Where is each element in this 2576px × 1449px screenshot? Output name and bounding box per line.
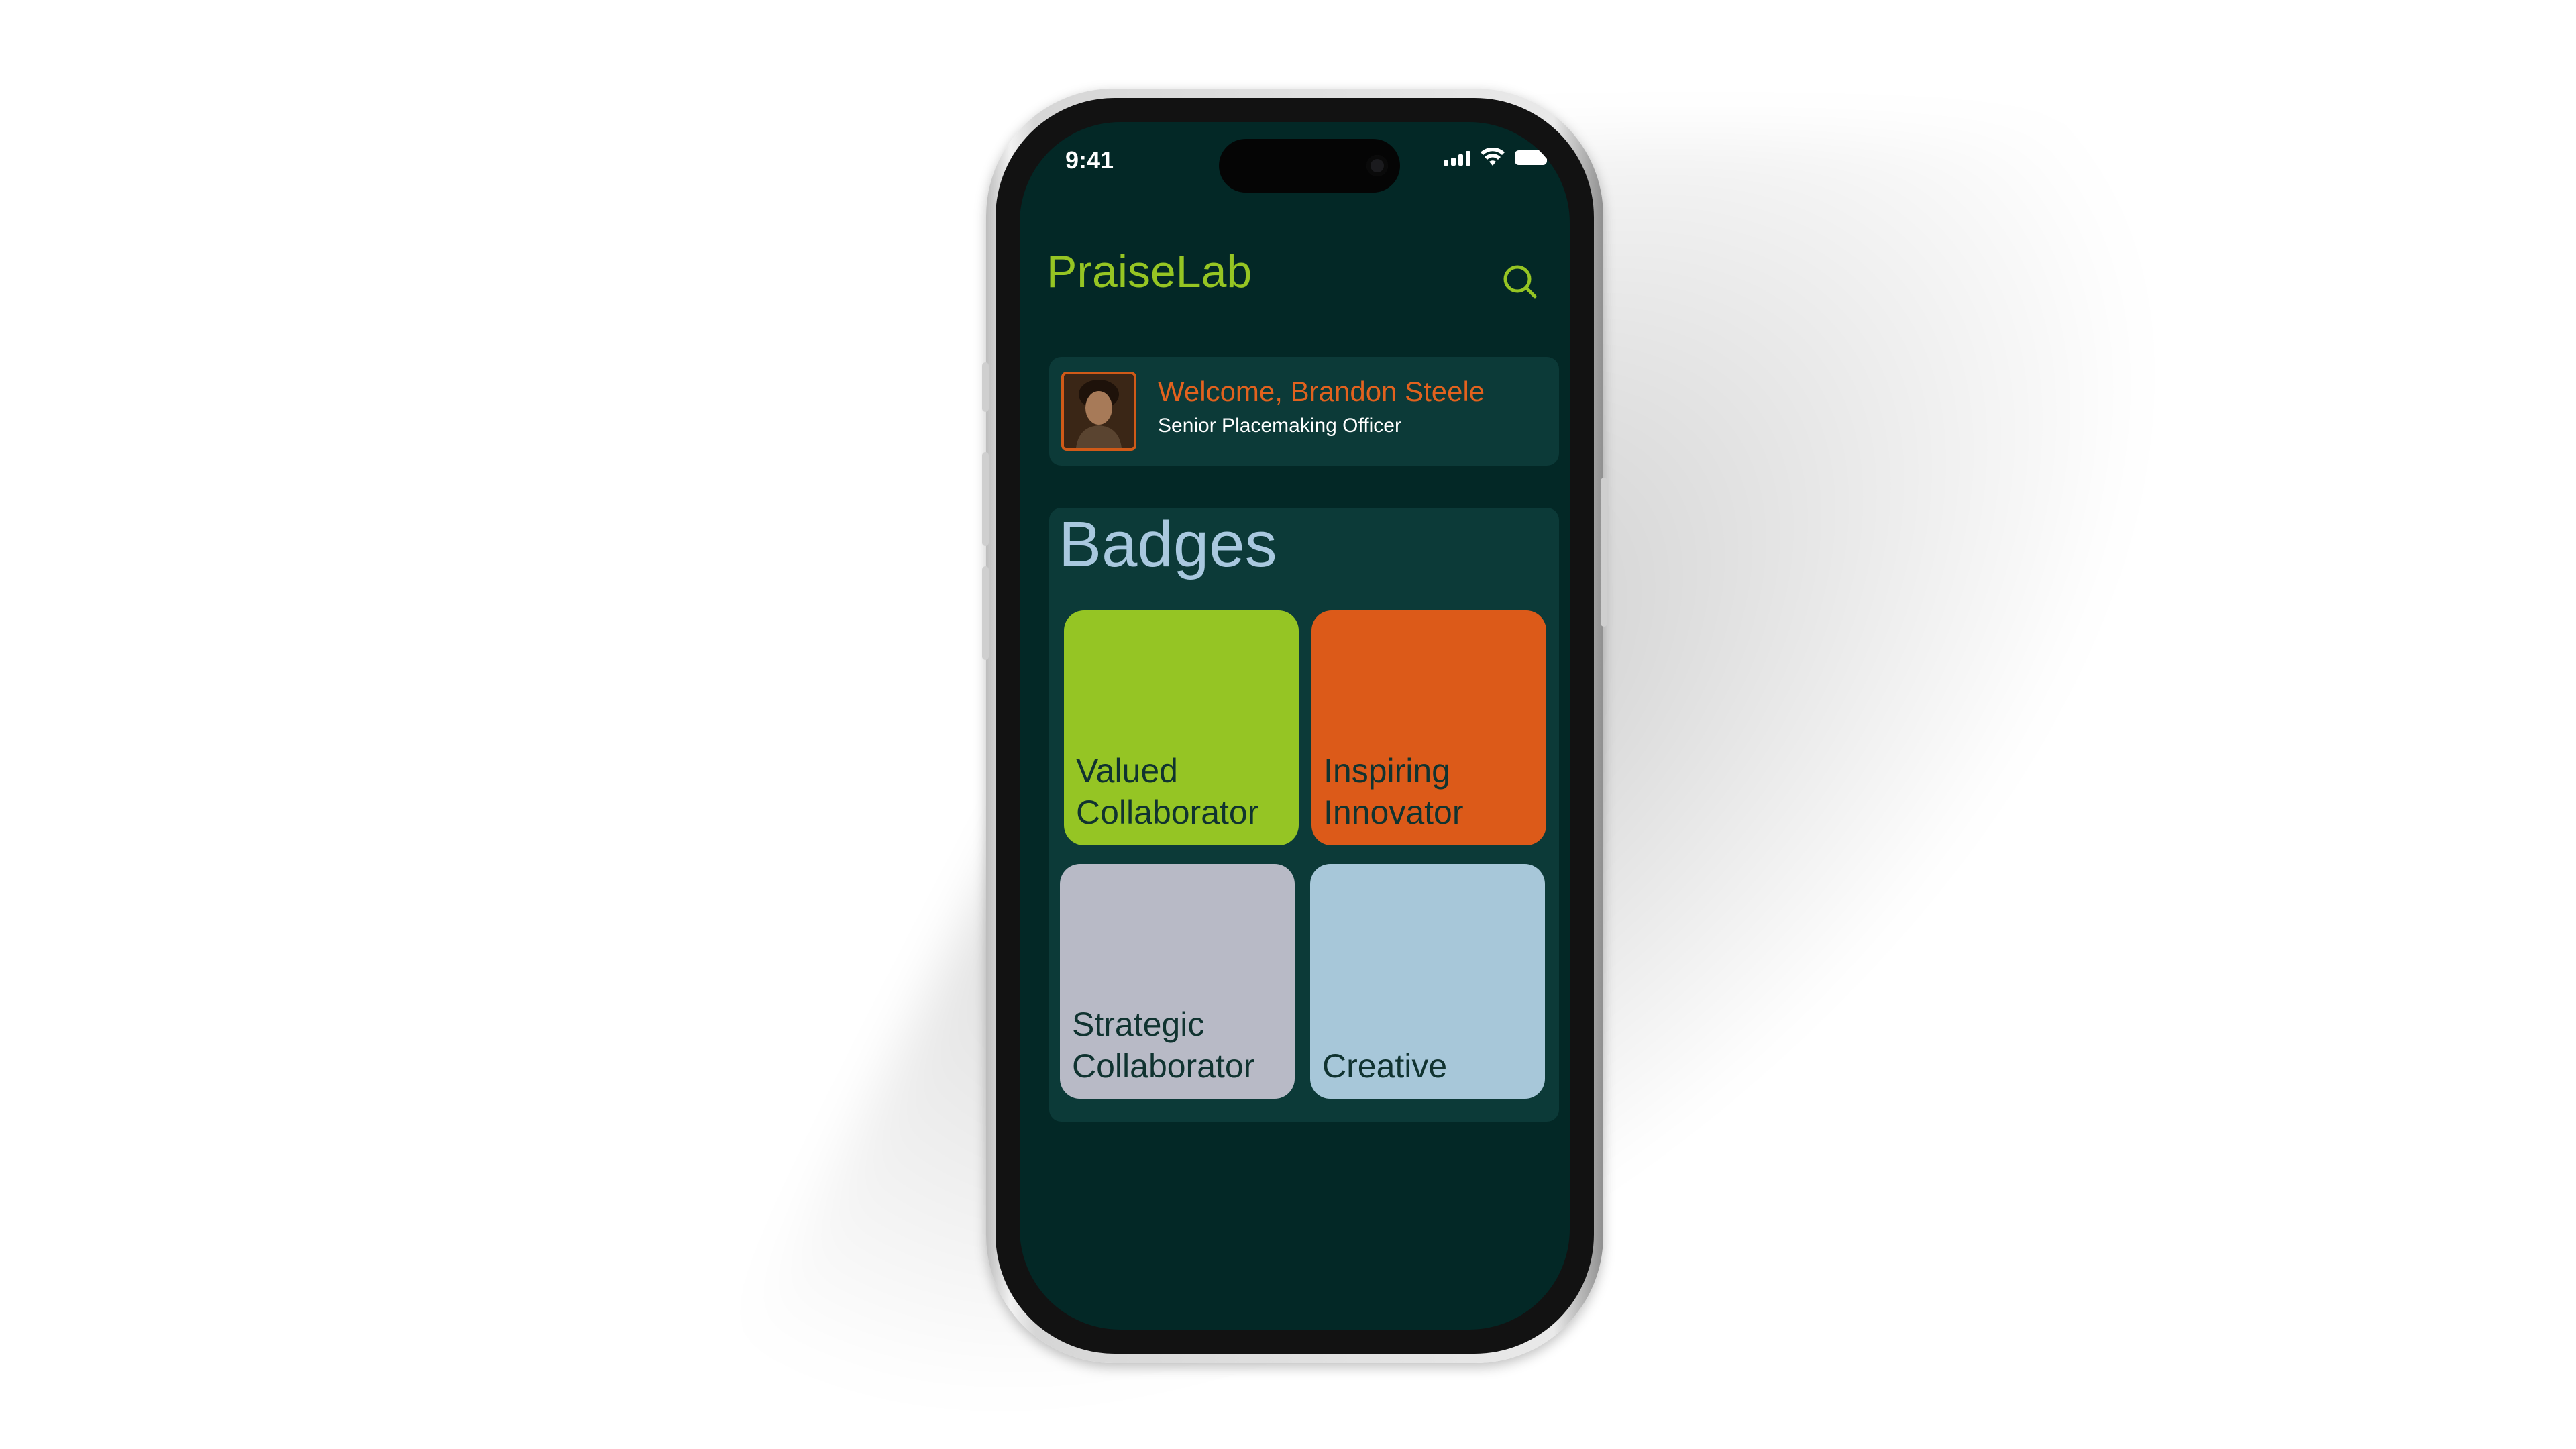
- avatar: [1061, 372, 1136, 451]
- badge-label: Creative: [1322, 1045, 1538, 1087]
- phone-frame: 9:41 PraiseLab Welcome, Brandon Steele S…: [982, 89, 1607, 1363]
- badge-label-line: Collaborator: [1072, 1047, 1255, 1085]
- badges-panel: Badges Valued Collaborator Inspiring Inn…: [1049, 508, 1559, 1122]
- camera-icon: [1366, 155, 1388, 176]
- status-icons: [1444, 148, 1551, 168]
- welcome-card[interactable]: Welcome, Brandon Steele Senior Placemaki…: [1049, 357, 1559, 466]
- cellular-signal-icon: [1444, 150, 1470, 166]
- app-title: PraiseLab: [1046, 246, 1252, 297]
- battery-icon: [1515, 150, 1551, 165]
- badge-label-line: Creative: [1322, 1047, 1448, 1085]
- badge-label-line: Innovator: [1324, 794, 1464, 831]
- badge-strategic-collaborator[interactable]: Strategic Collaborator: [1060, 864, 1295, 1099]
- badge-valued-collaborator[interactable]: Valued Collaborator: [1064, 610, 1299, 845]
- side-button: [1601, 478, 1607, 627]
- action-button: [982, 362, 989, 412]
- badge-label: Strategic Collaborator: [1072, 1004, 1288, 1087]
- badge-label: Valued Collaborator: [1076, 750, 1292, 833]
- welcome-greeting: Welcome, Brandon Steele: [1158, 376, 1485, 407]
- badge-label-line: Collaborator: [1076, 794, 1259, 831]
- badges-heading: Badges: [1059, 508, 1277, 580]
- avatar-photo: [1064, 374, 1134, 448]
- badge-creative[interactable]: Creative: [1310, 864, 1545, 1099]
- badge-label-line: Strategic: [1072, 1006, 1205, 1043]
- badge-label-line: Inspiring: [1324, 752, 1450, 790]
- badge-label-line: Valued: [1076, 752, 1178, 790]
- search-icon[interactable]: [1500, 262, 1539, 301]
- wifi-icon: [1481, 148, 1505, 166]
- volume-up-button: [982, 452, 989, 546]
- status-time: 9:41: [1065, 146, 1114, 174]
- badge-label: Inspiring Innovator: [1324, 750, 1540, 833]
- volume-down-button: [982, 566, 989, 660]
- badge-inspiring-innovator[interactable]: Inspiring Innovator: [1311, 610, 1546, 845]
- user-role: Senior Placemaking Officer: [1158, 415, 1401, 437]
- app-screen: 9:41 PraiseLab Welcome, Brandon Steele S…: [1020, 122, 1570, 1330]
- bezel: 9:41 PraiseLab Welcome, Brandon Steele S…: [996, 98, 1594, 1354]
- dynamic-island: [1219, 139, 1400, 193]
